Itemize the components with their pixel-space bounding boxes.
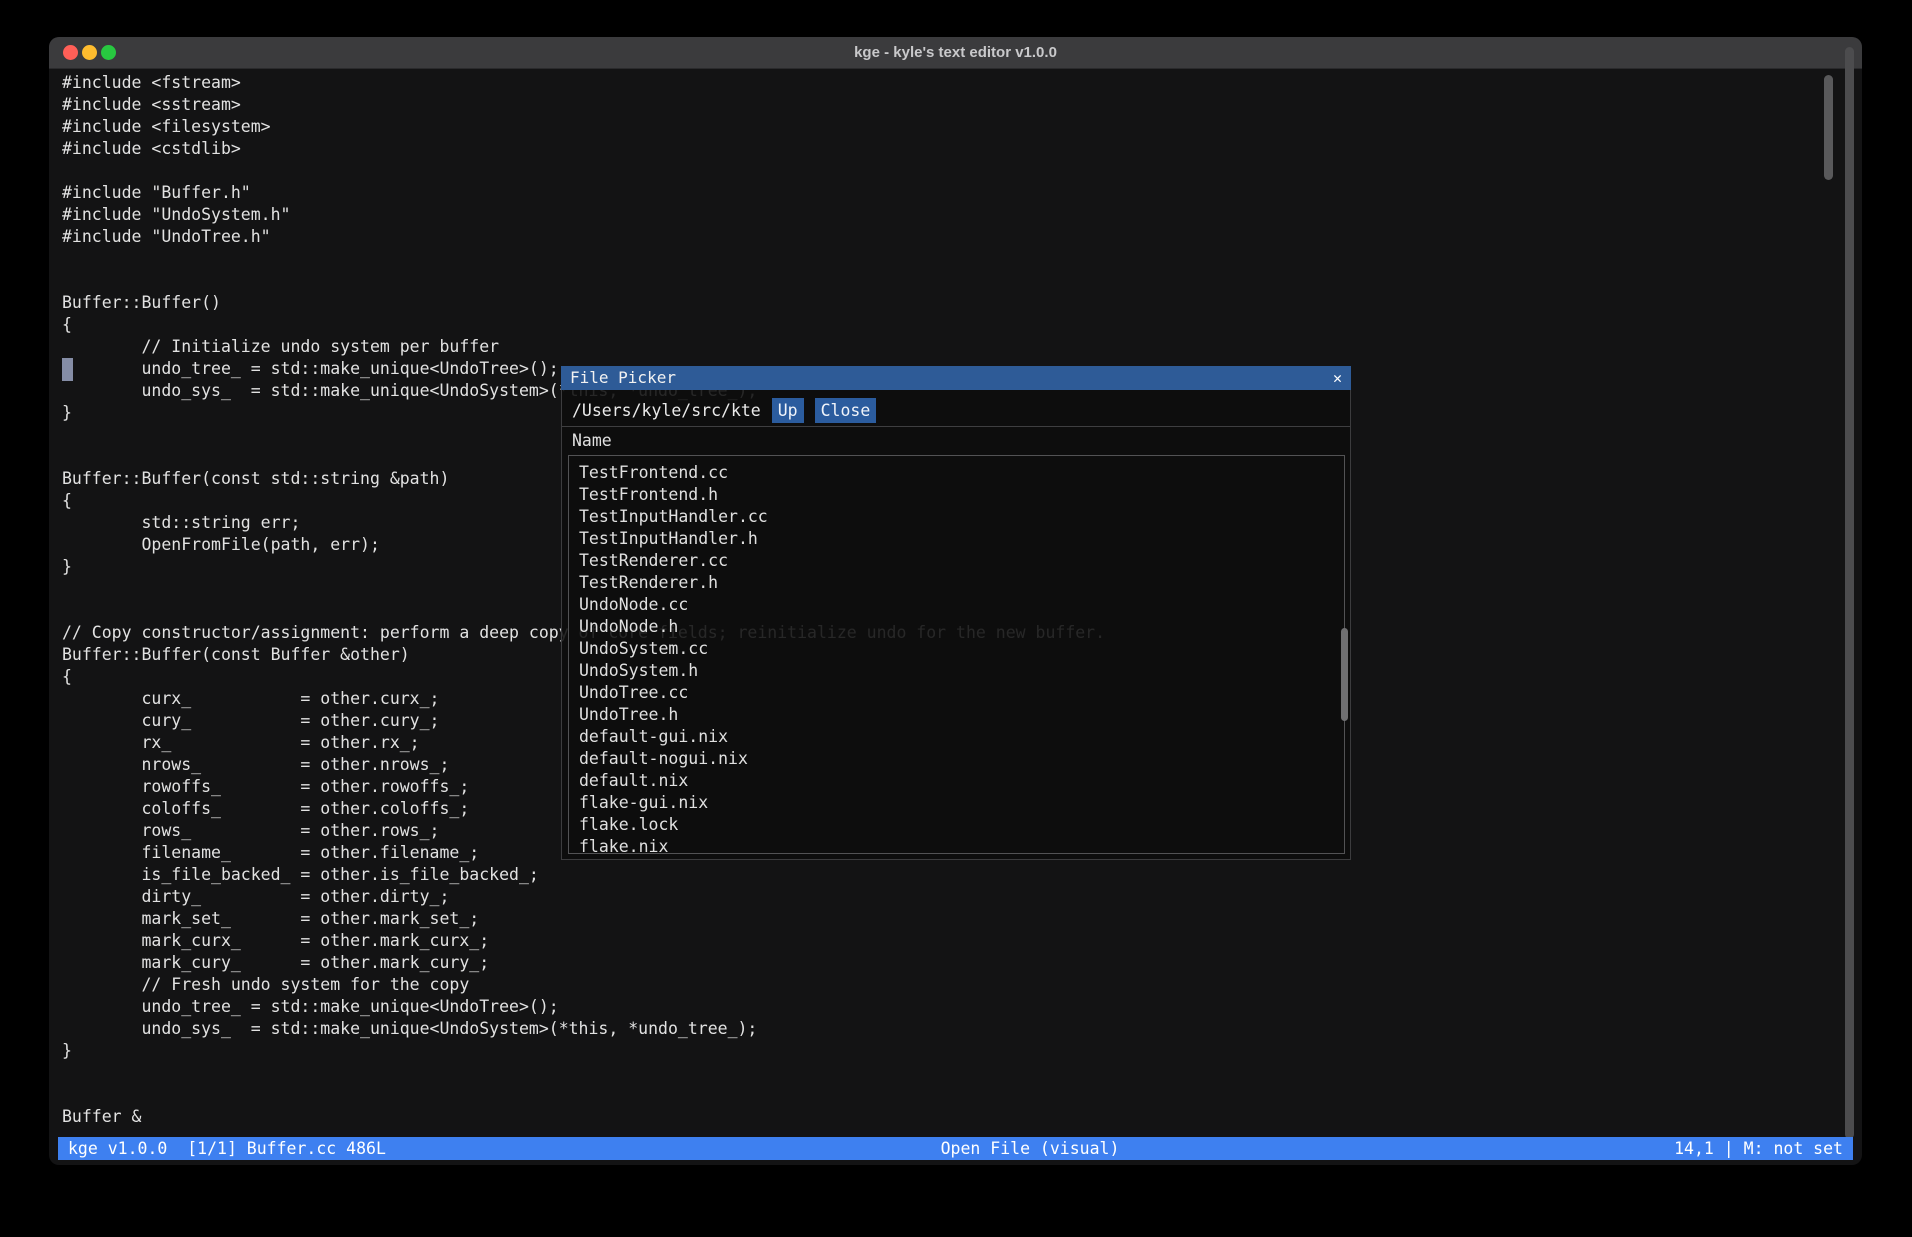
file-list-item[interactable]: default.nix [569,770,1344,792]
file-list-item[interactable]: TestFrontend.h [569,484,1344,506]
code-line[interactable]: mark_set_ = other.mark_set_; [62,908,1105,930]
file-picker-title: File Picker [570,368,676,387]
window-title: kge - kyle's text editor v1.0.0 [49,37,1862,68]
file-list-item[interactable]: UndoSystem.cc [569,638,1344,660]
file-picker-titlebar[interactable]: File Picker ✕ [561,366,1351,390]
code-line[interactable] [62,160,1105,182]
code-line[interactable]: undo_sys_ = std::make_unique<UndoSystem>… [62,1018,1105,1040]
file-list-item[interactable]: TestRenderer.h [569,572,1344,594]
window-titlebar[interactable]: kge - kyle's text editor v1.0.0 [49,37,1862,69]
file-list-item[interactable]: default-gui.nix [569,726,1344,748]
code-line[interactable]: // Fresh undo system for the copy [62,974,1105,996]
code-line[interactable]: mark_cury_ = other.mark_cury_; [62,952,1105,974]
file-list-item[interactable]: UndoTree.cc [569,682,1344,704]
status-left: kge v1.0.0 [1/1] Buffer.cc 486L [68,1139,386,1158]
text-cursor [62,358,73,381]
file-list-item[interactable]: TestFrontend.cc [569,462,1344,484]
code-line[interactable] [62,1062,1105,1084]
status-cursor-info: 14,1 | M: not set [1674,1139,1843,1158]
file-list-scrollbar-thumb[interactable] [1341,628,1348,721]
window-scrollbar[interactable] [1845,47,1854,1139]
status-mode: Open File (visual) [941,1139,1120,1158]
code-line[interactable]: { [62,314,1105,336]
code-line[interactable] [62,1084,1105,1106]
file-list-item[interactable]: UndoTree.h [569,704,1344,726]
code-line[interactable]: Buffer & [62,1106,1105,1128]
code-line[interactable]: dirty_ = other.dirty_; [62,886,1105,908]
editor-window: kge - kyle's text editor v1.0.0 #include… [49,37,1862,1165]
code-line[interactable]: mark_curx_ = other.mark_curx_; [62,930,1105,952]
dialog-separator [562,426,1350,427]
code-line[interactable]: #include "UndoTree.h" [62,226,1105,248]
close-icon[interactable]: ✕ [1333,366,1342,390]
code-line[interactable]: is_file_backed_ = other.is_file_backed_; [62,864,1105,886]
close-button[interactable]: Close [815,398,877,423]
current-path: /Users/kyle/src/kte [572,401,761,420]
code-line[interactable]: Buffer::Buffer() [62,292,1105,314]
file-list-item[interactable]: flake.nix [569,836,1344,854]
file-list[interactable]: TestFrontend.ccTestFrontend.hTestInputHa… [568,455,1345,854]
code-line[interactable]: #include "UndoSystem.h" [62,204,1105,226]
code-line[interactable]: #include <sstream> [62,94,1105,116]
up-button[interactable]: Up [772,398,804,423]
file-list-item[interactable]: TestRenderer.cc [569,550,1344,572]
code-line[interactable] [62,270,1105,292]
file-list-item[interactable]: UndoNode.cc [569,594,1344,616]
file-list-item[interactable]: flake.lock [569,814,1344,836]
file-list-item[interactable]: TestInputHandler.h [569,528,1344,550]
file-list-item[interactable]: UndoNode.h [569,616,1344,638]
code-line[interactable] [62,248,1105,270]
code-line[interactable]: #include "Buffer.h" [62,182,1105,204]
desktop: { "window": { "title": "kge - kyle's tex… [0,0,1912,1237]
code-line[interactable]: #include <cstdlib> [62,138,1105,160]
path-row: /Users/kyle/src/kte Up Close [572,398,876,423]
file-list-item[interactable]: default-nogui.nix [569,748,1344,770]
status-bar: kge v1.0.0 [1/1] Buffer.cc 486L Open Fil… [58,1137,1853,1160]
column-header-name: Name [572,430,612,452]
file-list-item[interactable]: UndoSystem.h [569,660,1344,682]
code-line[interactable]: // Initialize undo system per buffer [62,336,1105,358]
file-list-item[interactable]: TestInputHandler.cc [569,506,1344,528]
code-line[interactable]: #include <filesystem> [62,116,1105,138]
code-line[interactable]: #include <fstream> [62,72,1105,94]
code-line[interactable]: } [62,1040,1105,1062]
code-line[interactable]: undo_tree_ = std::make_unique<UndoTree>(… [62,996,1105,1018]
file-list-item[interactable]: flake-gui.nix [569,792,1344,814]
file-picker-dialog: File Picker ✕ /Users/kyle/src/kte Up Clo… [561,366,1351,860]
editor-scrollbar-thumb[interactable] [1824,75,1833,180]
